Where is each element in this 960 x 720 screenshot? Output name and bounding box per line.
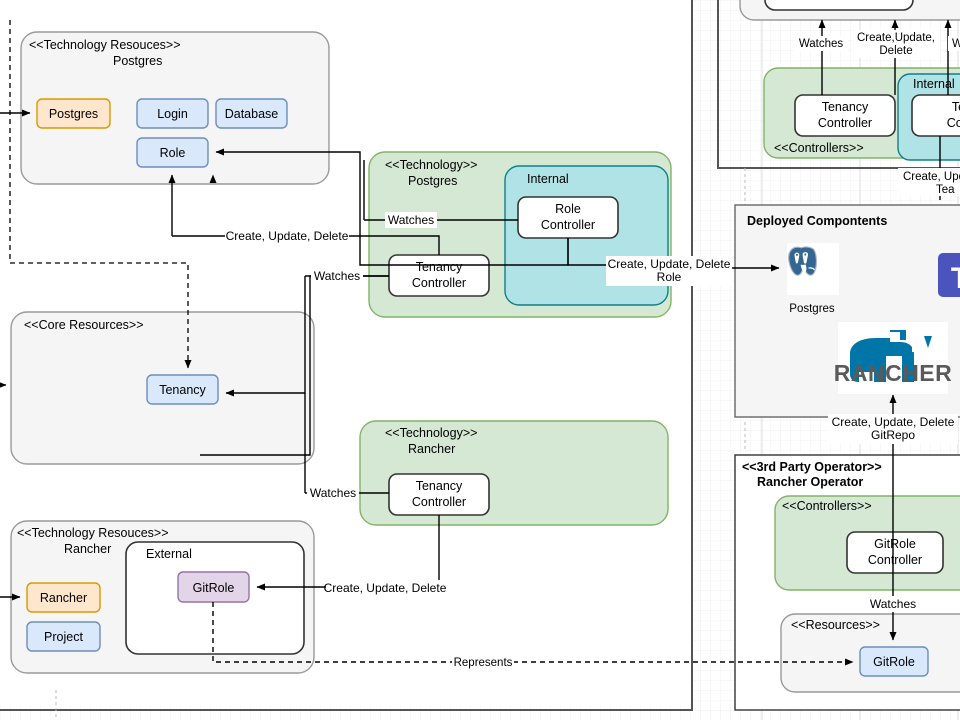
svg-text:Create, Update, Delete: Create, Update, Delete: [226, 229, 349, 243]
node-tenancy-controller-rancher[interactable]: Tenancy Controller: [388, 473, 490, 516]
node-gitrole-controller-line2: Controller: [868, 553, 922, 567]
svg-text:Represents: Represents: [454, 657, 513, 669]
panel-third-party-stereotype: <<3rd Party Operator>>: [742, 460, 882, 474]
svg-text:Create,Update,: Create,Update,: [857, 32, 935, 44]
group-controllers-top-stereotype: <<Controllers>>: [774, 141, 864, 155]
node-role-controller-line2: Controller: [541, 218, 595, 232]
node-database-resource-label: Database: [225, 107, 279, 121]
svg-text:Watches: Watches: [314, 269, 360, 283]
node-tenancy-controller-postgres-line1: Tenancy: [416, 260, 463, 274]
node-gitrole-resource[interactable]: GitRole: [859, 646, 929, 677]
node-gitrole-controller-line1: GitRole: [874, 537, 916, 551]
group-tech-res-rancher-name: Rancher: [64, 542, 111, 556]
node-tenancy-controller-rancher-line1: Tenancy: [416, 479, 463, 493]
node-rancher-resource-label: Rancher: [40, 591, 87, 605]
node-rancher-resource[interactable]: Rancher: [26, 582, 101, 613]
subgroup-external-label: External: [146, 547, 192, 561]
svg-text:Create, Upd: Create, Upd: [903, 171, 960, 183]
teams-logo-letter: T: [951, 262, 960, 295]
node-team-controller-top[interactable]: Tea Contr: [911, 94, 960, 137]
panel-deployed-components-title: Deployed Compontents: [747, 214, 887, 228]
panel-third-party-name: Rancher Operator: [757, 475, 863, 489]
edge-label-top-watches: Watches: [794, 36, 848, 51]
edge-label-watches-tenancy-pg: Watches: [311, 268, 363, 284]
group-resources-operator-stereotype: <<Resources>>: [791, 618, 880, 632]
node-database-resource[interactable]: Database: [215, 98, 288, 129]
edge-label-watches-gitrole: Watches: [867, 596, 919, 612]
node-login-resource[interactable]: Login: [136, 98, 209, 129]
edge-label-watches-tenancy-rancher: Watches: [307, 485, 359, 501]
svg-text:Delete: Delete: [879, 45, 912, 57]
group-name-label: Postgres: [113, 54, 162, 68]
node-team-controller-top-line1: Tea: [952, 100, 960, 114]
node-tenancy-controller-top-line1: Tenancy: [822, 100, 869, 114]
rancher-logo-caption: RANCHER: [834, 360, 953, 386]
node-role-controller-line1: Role: [555, 202, 581, 216]
node-gitrole-resource-label: GitRole: [873, 655, 915, 669]
svg-text:Watches: Watches: [799, 38, 844, 50]
edge-label-create-update-delete-left: Create, Update, Delete: [225, 228, 349, 244]
edge-label-create-upd-clipped: Create, Upd Tea: [898, 168, 960, 196]
node-role-resource-label: Role: [160, 146, 186, 160]
group-stereotype-label: <<Technology Resouces>>: [29, 38, 181, 52]
svg-text:Watches: Watches: [870, 597, 916, 611]
edge-label-top-create-update-delete: Create,Update, Delete: [852, 30, 940, 58]
node-tenancy-controller-top-line2: Controller: [818, 116, 872, 130]
node-role-resource[interactable]: Role: [136, 137, 209, 168]
node-team-controller-top-line2: Contr: [947, 116, 960, 130]
svg-text:Watches: Watches: [310, 486, 356, 500]
subgroup-internal-postgres-label: Internal: [527, 172, 569, 186]
node-tenancy-resource-label: Tenancy: [159, 383, 206, 397]
group-tech-rancher-name: Rancher: [408, 442, 455, 456]
node-tenancy-controller-rancher-line2: Controller: [412, 495, 466, 509]
svg-text:Tea: Tea: [936, 184, 955, 196]
group-core-resources-stereotype: <<Core Resources>>: [24, 318, 144, 332]
group-clipped-top-resources: [739, 0, 960, 21]
node-tenancy-resource[interactable]: Tenancy: [146, 374, 219, 405]
node-project-resource-label: Project: [44, 630, 83, 644]
rancher-logo-icon: RANCHER: [834, 322, 953, 394]
architecture-diagram: <<Technology Resouces>> Postgres Postgre…: [0, 0, 960, 720]
node-tenancy-controller-postgres[interactable]: Tenancy Controller: [388, 254, 490, 297]
svg-text:Create, Update, Delete: Create, Update, Delete: [608, 257, 731, 271]
edge-label-watches-role-controller: Watches: [385, 212, 437, 228]
node-login-resource-label: Login: [157, 107, 188, 121]
svg-text:Create, Update, Delete: Create, Update, Delete: [324, 581, 447, 595]
group-tech-res-rancher-stereotype: <<Technology Resouces>>: [17, 526, 169, 540]
diagram-canvas: <<Technology Resouces>> Postgres Postgre…: [0, 0, 960, 720]
node-gitrole-external[interactable]: GitRole: [177, 571, 250, 603]
group-tech-postgres-name: Postgres: [408, 174, 457, 188]
node-gitrole-external-label: GitRole: [193, 581, 235, 595]
node-postgres-resource-label: Postgres: [49, 107, 98, 121]
svg-text:GitRepo: GitRepo: [871, 428, 915, 442]
svg-text:Watches: Watches: [388, 213, 434, 227]
postgres-logo-icon: Postgres: [787, 243, 839, 315]
group-controllers-operator-stereotype: <<Controllers>>: [782, 499, 872, 513]
svg-text:Create, Update, Delete: Create, Update, Delete: [832, 415, 955, 429]
edge-label-represents: Represents: [452, 654, 514, 669]
edge-label-create-update-delete-gitrole: Create, Update, Delete: [324, 580, 447, 596]
group-tech-postgres-stereotype: <<Technology>>: [385, 158, 477, 172]
edge-label-top-watches-clipped: W: [948, 36, 960, 51]
svg-text:W: W: [952, 38, 960, 50]
group-tech-rancher-stereotype: <<Technology>>: [385, 426, 477, 440]
node-project-resource[interactable]: Project: [26, 621, 101, 652]
node-role-controller[interactable]: Role Controller: [517, 196, 619, 239]
node-gitrole-controller[interactable]: GitRole Controller: [846, 531, 944, 574]
edge-label-create-update-delete-role: Create, Update, Delete Role: [606, 256, 732, 286]
node-postgres-resource[interactable]: Postgres: [36, 98, 111, 129]
edge-label-create-update-delete-gitrepo: Create, Update, Delete GitRepo: [828, 414, 958, 444]
node-tenancy-controller-top[interactable]: Tenancy Controller: [794, 94, 896, 137]
svg-text:Role: Role: [657, 270, 682, 284]
postgres-logo-caption: Postgres: [789, 303, 835, 315]
node-tenancy-controller-postgres-line2: Controller: [412, 276, 466, 290]
